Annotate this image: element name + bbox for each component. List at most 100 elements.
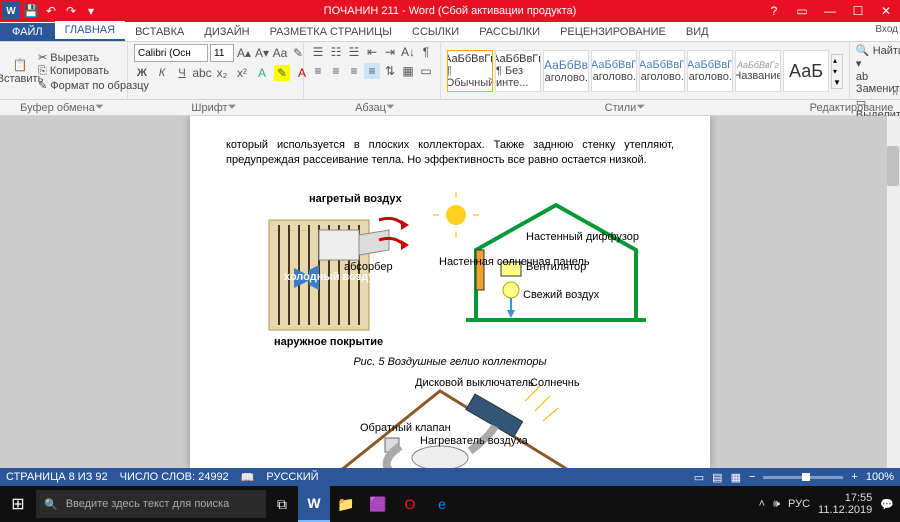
change-case-icon[interactable]: Aa — [272, 45, 288, 61]
style-subtitle[interactable]: АаБ — [783, 50, 829, 92]
line-spacing-icon[interactable]: ⇅ — [382, 63, 398, 79]
bold-icon[interactable]: Ж — [134, 65, 150, 81]
zoom-level[interactable]: 100% — [866, 471, 894, 483]
align-right-icon[interactable]: ≡ — [346, 63, 362, 79]
bullets-icon[interactable]: ☰ — [310, 44, 326, 60]
style-heading2[interactable]: АаБбВвГЗаголово... — [591, 50, 637, 92]
clipboard-launcher[interactable]: ⏷ — [95, 101, 107, 114]
tab-insert[interactable]: ВСТАВКА — [125, 23, 194, 41]
print-layout-icon[interactable]: ▤ — [712, 471, 722, 484]
tab-mailings[interactable]: РАССЫЛКИ — [469, 23, 550, 41]
shrink-font-icon[interactable]: A▾ — [254, 45, 270, 61]
style-no-spacing[interactable]: АаБбВвГг,¶ Без инте... — [495, 50, 541, 92]
page-indicator[interactable]: СТРАНИЦА 8 ИЗ 92 — [6, 471, 108, 483]
zoom-in-icon[interactable]: + — [851, 471, 857, 483]
tab-design[interactable]: ДИЗАЙН — [194, 23, 259, 41]
subscript-icon[interactable]: x₂ — [214, 65, 230, 81]
sign-in-link[interactable]: Вход — [875, 24, 898, 35]
styles-launcher[interactable]: ⏷ — [636, 101, 648, 114]
italic-icon[interactable]: К — [154, 65, 170, 81]
clipboard-label: Буфер обмена — [20, 102, 95, 114]
close-icon[interactable]: ✕ — [872, 0, 900, 22]
style-heading3[interactable]: АаБбВвГЗаголово... — [639, 50, 685, 92]
spellcheck-icon[interactable]: 📖 — [241, 471, 255, 484]
tab-view[interactable]: ВИД — [676, 23, 719, 41]
group-clipboard: 📋 Вставить ✂ Вырезать ⎘ Копировать ✎ Фор… — [0, 42, 128, 100]
scroll-thumb[interactable] — [887, 146, 899, 186]
align-left-icon[interactable]: ≡ — [310, 63, 326, 79]
taskbar-app1-icon[interactable]: 🟪 — [362, 486, 394, 522]
statusbar: СТРАНИЦА 8 ИЗ 92 ЧИСЛО СЛОВ: 24992 📖 РУС… — [0, 468, 900, 486]
indent-dec-icon[interactable]: ⇤ — [364, 44, 380, 60]
numbering-icon[interactable]: ☷ — [328, 44, 344, 60]
style-title[interactable]: АаБбВвГгНазвание — [735, 50, 781, 92]
web-layout-icon[interactable]: ▦ — [731, 471, 741, 484]
document-area: который используется в плоских коллектор… — [0, 116, 900, 468]
grow-font-icon[interactable]: A▴ — [236, 45, 252, 61]
undo-icon[interactable]: ↶ — [42, 2, 60, 20]
style-heading4[interactable]: АаБбВвГЗаголово... — [687, 50, 733, 92]
notifications-icon[interactable]: 💬 — [880, 498, 894, 511]
tab-home[interactable]: ГЛАВНАЯ — [55, 21, 125, 41]
tab-references[interactable]: ССЫЛКИ — [402, 23, 469, 41]
indent-inc-icon[interactable]: ⇥ — [382, 44, 398, 60]
borders-icon[interactable]: ▭ — [418, 63, 434, 79]
qat-more-icon[interactable]: ▾ — [82, 2, 100, 20]
ribbon-options-icon[interactable]: ▭ — [788, 0, 816, 22]
highlight-icon[interactable]: ✎ — [274, 65, 290, 81]
taskbar-word-icon[interactable]: W — [298, 486, 330, 522]
collapse-ribbon-icon[interactable]: ˄ — [892, 88, 898, 99]
tray-lang[interactable]: РУС — [788, 498, 810, 510]
taskbar-explorer-icon[interactable]: 📁 — [330, 486, 362, 522]
text-effects-icon[interactable]: A — [254, 65, 270, 81]
taskbar-search[interactable]: 🔍 Введите здесь текст для поиска — [36, 490, 266, 518]
taskbar-opera-icon[interactable]: O — [394, 486, 426, 522]
tab-review[interactable]: РЕЦЕНЗИРОВАНИЕ — [550, 23, 676, 41]
tray-up-icon[interactable]: ˄ — [759, 498, 765, 510]
app-icon[interactable]: W — [2, 2, 20, 20]
styles-label: Стили — [605, 102, 637, 114]
styles-more-button[interactable]: ▴▾▼ — [831, 54, 843, 89]
style-heading1[interactable]: АаБбВвЗаголово... — [543, 50, 589, 92]
paragraph-launcher[interactable]: ⏷ — [386, 101, 398, 114]
svg-text:Дисковой выключатель: Дисковой выключатель — [415, 377, 534, 389]
figure-roof-collector: Дисковой выключатель Солнечный свет Обра… — [320, 376, 580, 468]
help-icon[interactable]: ? — [760, 0, 788, 22]
font-name-select[interactable] — [134, 44, 208, 62]
start-button[interactable]: ⊞ — [0, 486, 36, 522]
task-view-icon[interactable]: ⧉ — [266, 486, 298, 522]
align-center-icon[interactable]: ≡ — [328, 63, 344, 79]
paste-button[interactable]: 📋 Вставить — [6, 57, 34, 85]
minimize-icon[interactable]: — — [816, 0, 844, 22]
svg-text:холодный воздух: холодный воздух — [284, 271, 382, 283]
language-indicator[interactable]: РУССКИЙ — [266, 471, 318, 483]
font-launcher[interactable]: ⏷ — [228, 101, 240, 114]
justify-icon[interactable]: ≡ — [364, 63, 380, 79]
find-button[interactable]: 🔍 Найти ▾ — [856, 44, 900, 70]
tray-clock[interactable]: 17:55 11.12.2019 — [818, 492, 872, 516]
page[interactable]: который используется в плоских коллектор… — [190, 116, 710, 468]
scrollbar-vertical[interactable] — [886, 116, 900, 468]
save-icon[interactable]: 💾 — [22, 2, 40, 20]
tray-network-icon[interactable]: 🕪 — [773, 498, 780, 511]
font-label: Шрифт — [191, 102, 227, 114]
sort-icon[interactable]: A↓ — [400, 44, 416, 60]
style-normal[interactable]: АаБбВвГг,¶ Обычный — [447, 50, 493, 92]
superscript-icon[interactable]: x² — [234, 65, 250, 81]
font-size-select[interactable] — [210, 44, 234, 62]
underline-icon[interactable]: Ч — [174, 65, 190, 81]
group-paragraph: ☰ ☷ ☱ ⇤ ⇥ A↓ ¶ ≡ ≡ ≡ ≡ ⇅ ▦ ▭ — [304, 42, 441, 100]
tab-file[interactable]: ФАЙЛ — [0, 23, 55, 41]
redo-icon[interactable]: ↷ — [62, 2, 80, 20]
multilevel-icon[interactable]: ☱ — [346, 44, 362, 60]
zoom-slider[interactable] — [763, 476, 843, 479]
word-count[interactable]: ЧИСЛО СЛОВ: 24992 — [120, 471, 229, 483]
strike-icon[interactable]: abc — [194, 65, 210, 81]
zoom-out-icon[interactable]: − — [749, 471, 755, 483]
show-marks-icon[interactable]: ¶ — [418, 44, 434, 60]
shading-icon[interactable]: ▦ — [400, 63, 416, 79]
taskbar-edge-icon[interactable]: e — [426, 486, 458, 522]
maximize-icon[interactable]: ☐ — [844, 0, 872, 22]
tab-layout[interactable]: РАЗМЕТКА СТРАНИЦЫ — [260, 23, 402, 41]
read-mode-icon[interactable]: ▭ — [694, 471, 704, 484]
